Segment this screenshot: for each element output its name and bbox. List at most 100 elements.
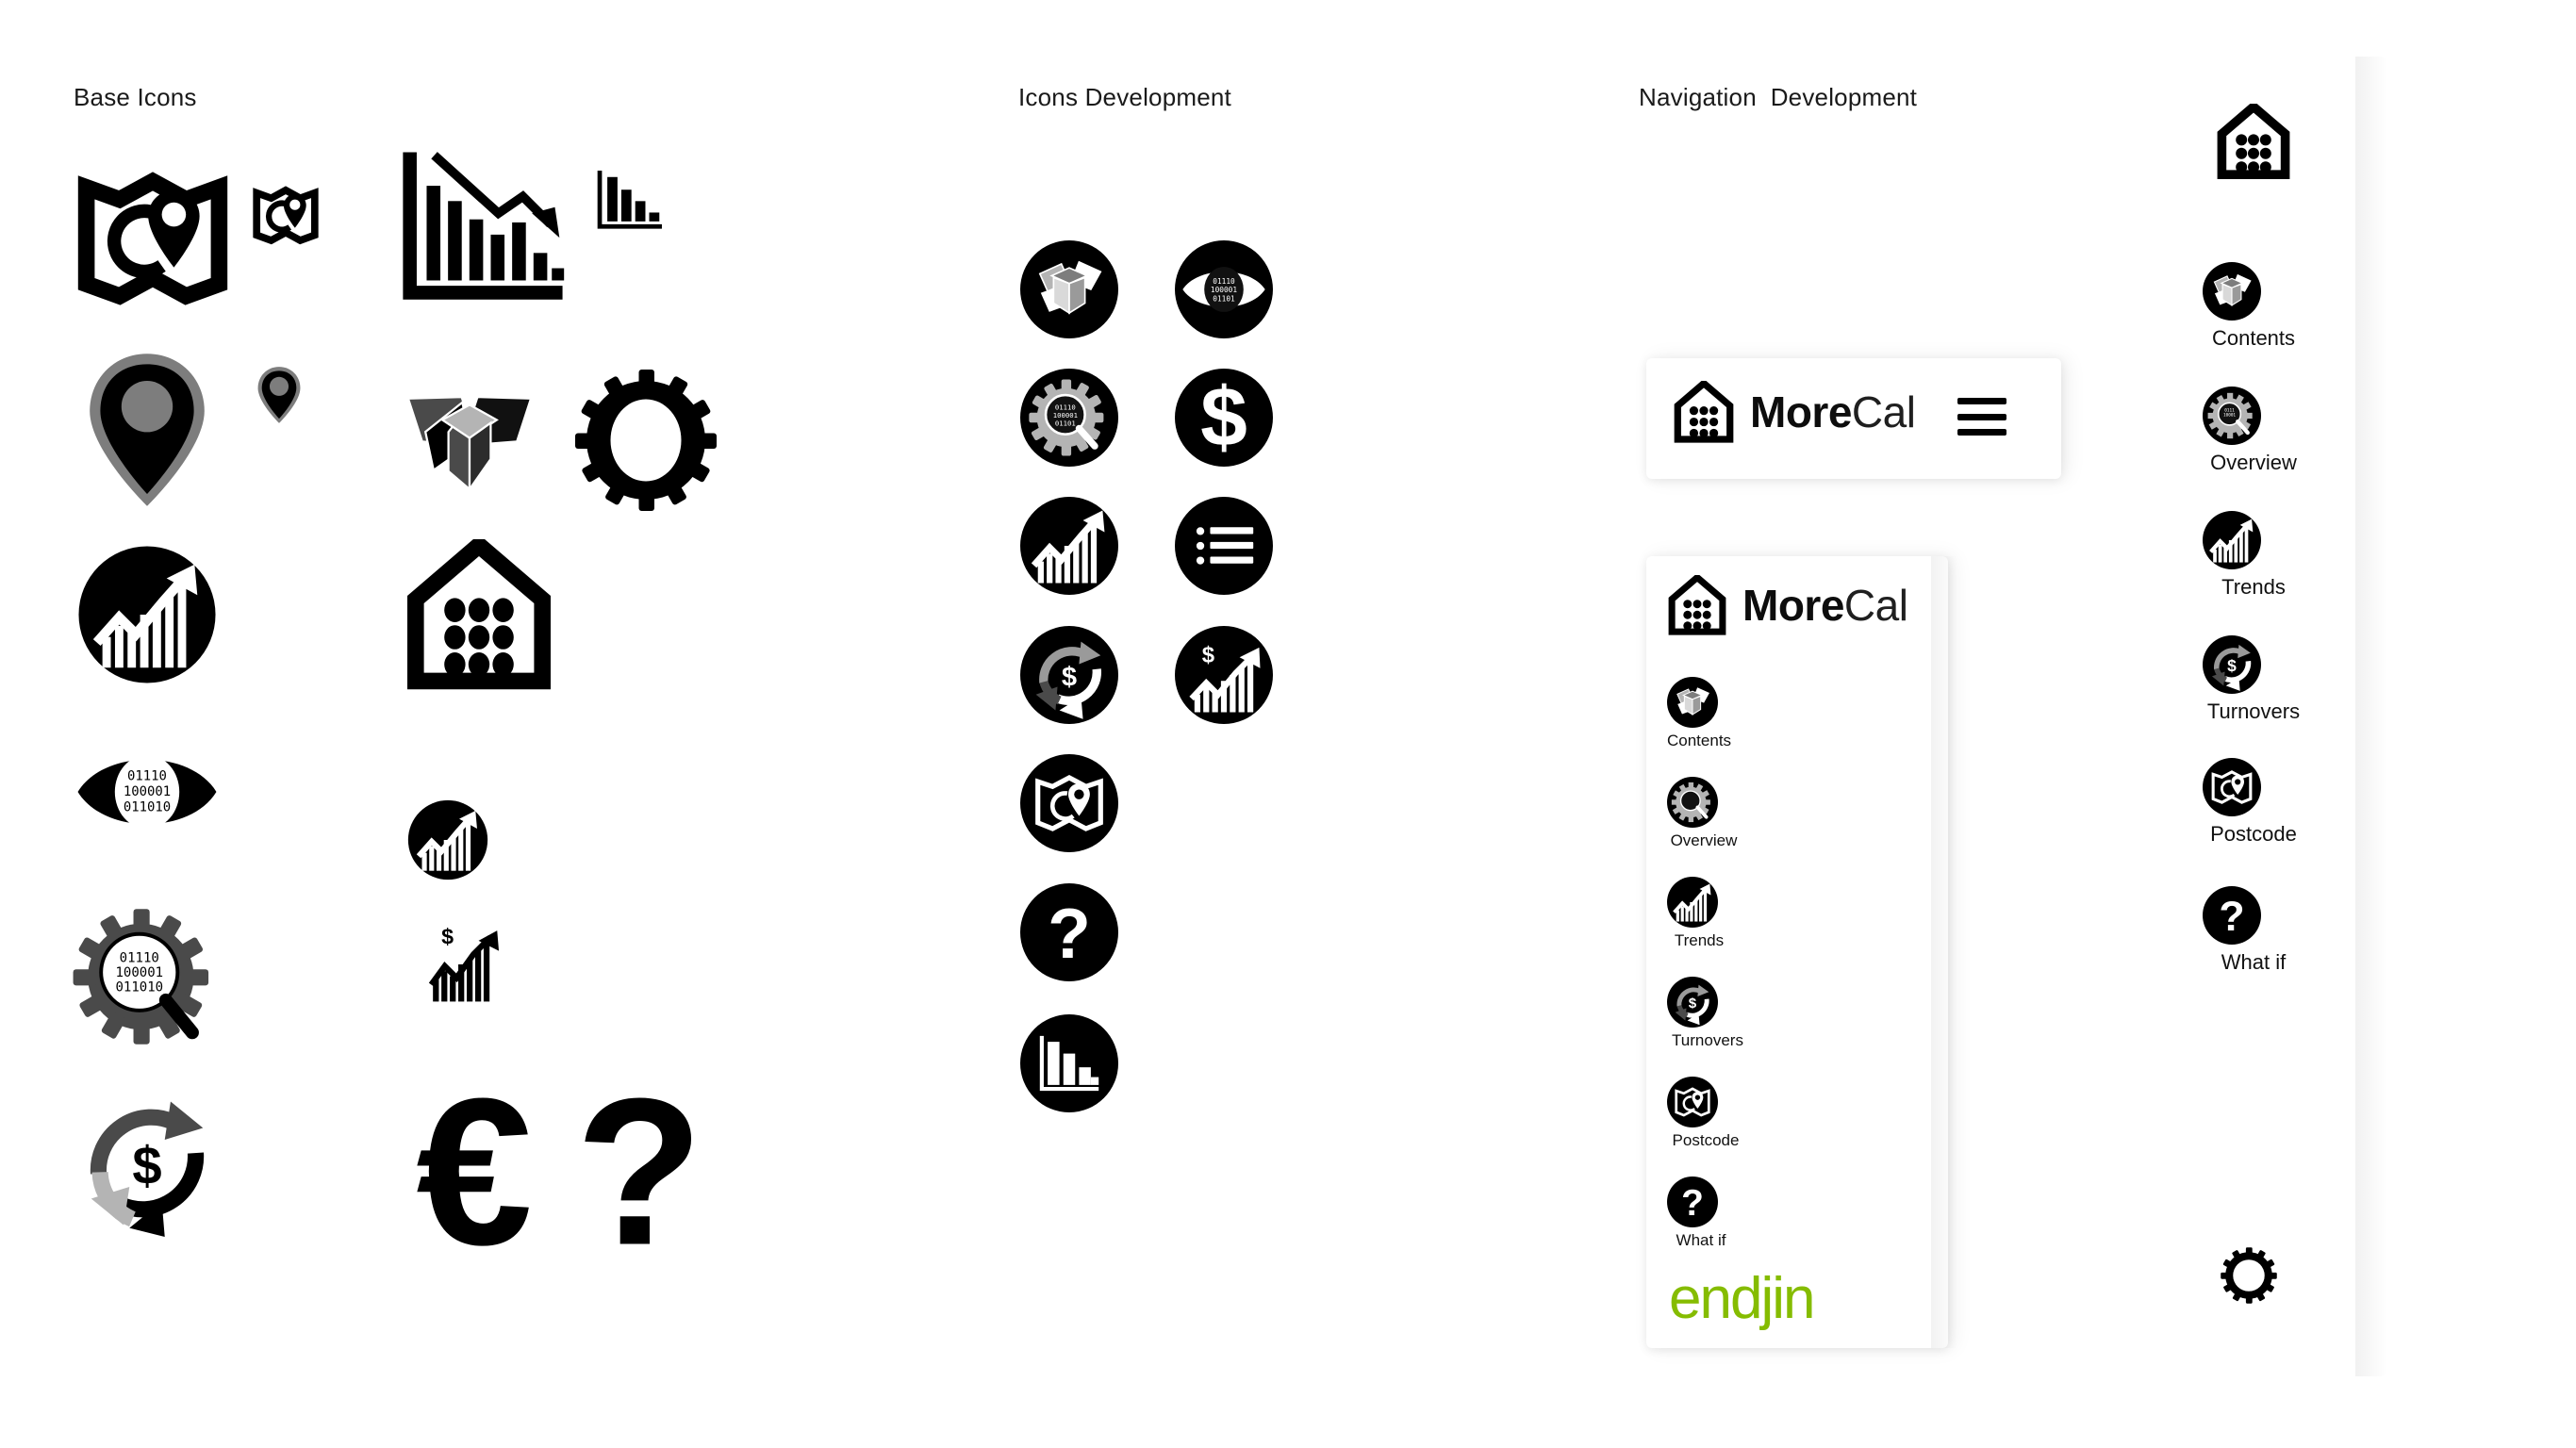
drawer-item-label: Postcode xyxy=(1672,1131,1740,1149)
map-pin-icon-small xyxy=(253,181,319,247)
rail-item-label: Overview xyxy=(2210,451,2297,474)
svg-text:100001: 100001 xyxy=(1211,286,1237,294)
house-grid-icon xyxy=(1673,381,1735,443)
svg-text:$: $ xyxy=(1689,996,1697,1012)
contents-circle-icon xyxy=(2203,262,2304,321)
rail-item-overview[interactable]: 0111 10001 Overview xyxy=(2203,387,2304,475)
svg-text:01101: 01101 xyxy=(1055,419,1076,427)
rail-item-trends[interactable]: Trends xyxy=(2203,511,2304,600)
svg-text:$: $ xyxy=(1202,642,1214,667)
map-pin-icon xyxy=(77,160,228,311)
question-mark-icon: ? xyxy=(583,1075,696,1263)
overview-circle-icon xyxy=(1667,777,1741,828)
house-grid-icon xyxy=(1667,575,1727,635)
svg-text:$: $ xyxy=(441,925,454,949)
svg-text:$: $ xyxy=(1200,370,1247,464)
drawer-item-whatif[interactable]: ? What if xyxy=(1667,1176,1735,1250)
svg-text:0111: 0111 xyxy=(2224,408,2235,414)
svg-text:100001: 100001 xyxy=(124,784,171,799)
svg-text:01101: 01101 xyxy=(1213,294,1235,303)
svg-text:?: ? xyxy=(583,1075,696,1263)
location-pin-icon-small xyxy=(256,366,302,424)
brand-wordmark: MoreCal xyxy=(1750,387,1916,437)
svg-text:$: $ xyxy=(1062,662,1077,692)
overview-circle-icon[interactable]: 01110 100001 01101 xyxy=(1020,369,1118,467)
navigation-rail: Contents 0111 10001 Overview Trends $ Tu… xyxy=(2188,57,2376,1376)
svg-text:01110: 01110 xyxy=(120,950,159,965)
drawer-item-label: Overview xyxy=(1670,831,1738,849)
gear-icon xyxy=(575,370,717,511)
trend-up-circle-icon xyxy=(77,545,217,684)
location-pin-icon xyxy=(87,351,207,509)
turnovers-circle-icon[interactable]: $ xyxy=(1020,626,1118,724)
eye-data-circle-icon[interactable]: 01110 100001 01101 xyxy=(1175,240,1273,338)
house-grid-icon xyxy=(404,539,554,690)
gear-magnifier-icon: 01110 100001 011010 xyxy=(72,903,219,1050)
postcode-circle-icon[interactable] xyxy=(1020,754,1118,852)
rail-item-turnovers[interactable]: $ Turnovers xyxy=(2203,635,2304,724)
rail-item-contents[interactable]: Contents xyxy=(2203,262,2304,351)
svg-text:011010: 011010 xyxy=(124,799,171,814)
svg-text:?: ? xyxy=(2219,894,2244,940)
trends-circle-icon[interactable] xyxy=(1020,497,1118,595)
drawer-item-trends[interactable]: Trends xyxy=(1667,877,1731,950)
dollar-circle-icon[interactable]: $ xyxy=(1175,369,1273,467)
declining-bars-small-icon xyxy=(596,168,666,232)
eye-data-icon: 01110 100001 011010 xyxy=(75,745,219,839)
svg-text:€: € xyxy=(416,1075,532,1263)
rail-settings-gear-icon[interactable] xyxy=(2220,1246,2278,1305)
drawer-item-label: Turnovers xyxy=(1672,1031,1743,1049)
dollar-trend-icon: $ xyxy=(424,924,509,1005)
drawer-item-postcode[interactable]: Postcode xyxy=(1667,1077,1744,1150)
trend-up-circle-small-icon xyxy=(407,799,488,880)
drawer-item-contents[interactable]: Contents xyxy=(1667,677,1731,750)
rail-item-whatif[interactable]: ? What if xyxy=(2203,886,2304,975)
contents-circle-icon[interactable] xyxy=(1020,240,1118,338)
whatif-circle-icon[interactable]: ? xyxy=(1020,883,1118,981)
column-title-icons-development: Icons Development xyxy=(1018,83,1231,111)
decline-bars-circle-icon[interactable] xyxy=(1020,1014,1118,1112)
trends-circle-icon xyxy=(1667,877,1731,928)
svg-text:?: ? xyxy=(1048,894,1091,973)
turnover-dollar-icon: $ xyxy=(74,1090,221,1237)
rail-item-label: Trends xyxy=(2221,575,2286,599)
rail-item-label: Postcode xyxy=(2210,822,2297,846)
contents-circle-icon xyxy=(1667,677,1731,728)
rail-item-postcode[interactable]: Postcode xyxy=(2203,758,2304,847)
svg-text:100001: 100001 xyxy=(115,965,163,980)
open-box-icon xyxy=(394,354,545,504)
trends-circle-icon xyxy=(2203,511,2304,569)
app-header-bar: MoreCal xyxy=(1646,358,2061,479)
drawer-item-turnovers[interactable]: $ Turnovers xyxy=(1667,977,1748,1050)
drawer-item-label: Trends xyxy=(1674,931,1725,949)
navigation-drawer: MoreCal Contents Overview Trends $ Turno… xyxy=(1646,556,1948,1348)
design-board: Base Icons Icons Development Navigation … xyxy=(0,0,2576,1448)
drawer-item-label: What if xyxy=(1676,1231,1726,1249)
turnovers-circle-icon: $ xyxy=(1667,977,1748,1028)
column-title-base-icons: Base Icons xyxy=(74,83,197,111)
drawer-brand[interactable]: MoreCal xyxy=(1667,575,1908,635)
header-brand[interactable]: MoreCal xyxy=(1673,381,1916,443)
rail-item-label: What if xyxy=(2221,950,2287,974)
hamburger-menu-icon[interactable] xyxy=(1957,398,2006,436)
list-circle-icon[interactable] xyxy=(1175,497,1273,595)
euro-symbol-icon: € xyxy=(404,1075,545,1263)
drawer-item-overview[interactable]: Overview xyxy=(1667,777,1741,850)
rail-house-grid-icon[interactable] xyxy=(2216,104,2291,179)
postcode-circle-icon xyxy=(1667,1077,1744,1127)
brand-bold: More xyxy=(1742,581,1844,630)
rail-item-label: Turnovers xyxy=(2206,699,2301,723)
turnovers-circle-icon: $ xyxy=(2203,635,2304,694)
svg-text:10001: 10001 xyxy=(2223,413,2236,419)
rail-shadow-edge xyxy=(2355,57,2387,1376)
declining-bar-chart-icon xyxy=(400,146,570,306)
brand-light: Cal xyxy=(1851,387,1916,436)
svg-text:$: $ xyxy=(132,1136,161,1195)
column-title-navigation-development: Navigation Development xyxy=(1639,83,1918,111)
svg-text:01110: 01110 xyxy=(1213,277,1235,286)
svg-text:$: $ xyxy=(2227,656,2237,675)
whatif-circle-icon: ? xyxy=(1667,1176,1735,1227)
brand-bold: More xyxy=(1750,387,1852,436)
dollar-trends-circle-icon[interactable]: $ xyxy=(1175,626,1273,724)
brand-wordmark: MoreCal xyxy=(1742,580,1908,631)
